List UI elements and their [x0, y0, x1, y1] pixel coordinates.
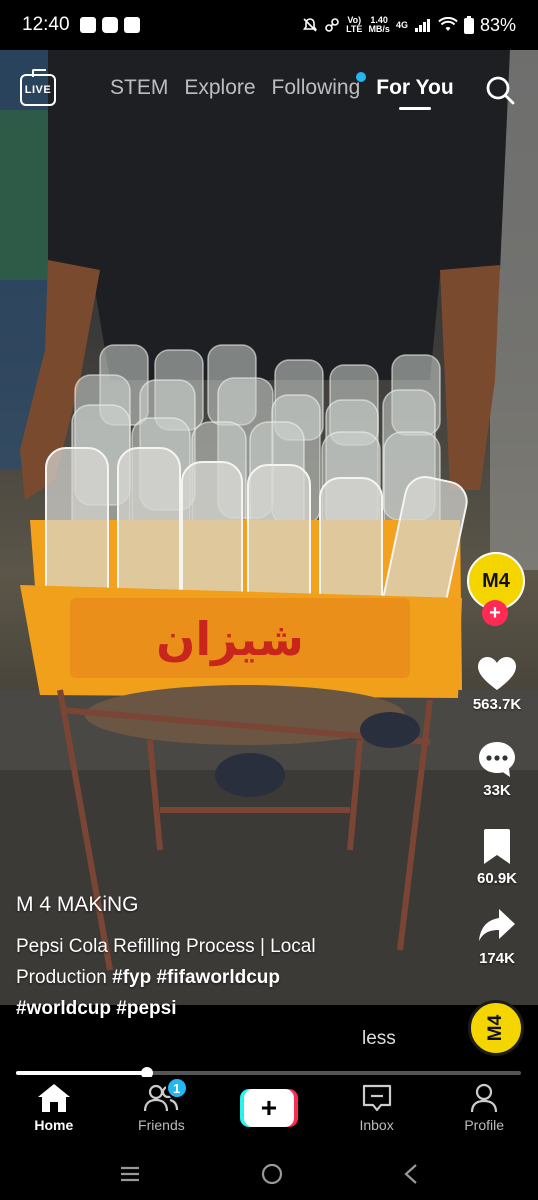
youtube-notification-icon [101, 17, 118, 33]
tab-for-you[interactable]: For You [376, 76, 453, 100]
cell-signal-icon [414, 19, 430, 32]
nav-home[interactable]: Home [0, 1077, 108, 1147]
network-type: 4G [395, 19, 408, 30]
share-button[interactable]: 174K [462, 906, 532, 967]
like-button[interactable]: 563.7K [462, 656, 532, 713]
live-button[interactable]: LIVE [20, 74, 56, 106]
nav-friends-label: Friends [138, 1117, 185, 1133]
message-notification-icon [79, 17, 96, 33]
video-player[interactable]: شیزان [0, 50, 538, 1005]
status-time: 12:40 [22, 14, 70, 35]
link-icon [325, 18, 339, 32]
save-count: 60.9K [476, 870, 518, 887]
comment-count: 33K [483, 782, 511, 799]
like-count: 563.7K [472, 696, 522, 713]
feed-tabs: STEM Explore Following For You [110, 72, 454, 100]
follow-button[interactable]: + [482, 600, 508, 626]
status-notification-icons [79, 17, 140, 33]
home-icon [37, 1084, 70, 1112]
progress-fill [16, 1071, 148, 1075]
comment-icon [479, 742, 515, 777]
crate-text: شیزان [156, 612, 304, 666]
create-button[interactable]: + [239, 1089, 298, 1127]
recents-icon[interactable] [119, 1165, 141, 1183]
top-nav: LIVE STEM Explore Following For You [0, 50, 538, 130]
plus-icon: + [243, 1089, 294, 1127]
hashtags-line-1[interactable]: #fyp #fifaworldcup [112, 967, 280, 988]
battery-percent: 83% [479, 14, 516, 35]
less-toggle[interactable]: less [362, 1028, 396, 1050]
nav-create[interactable]: + [215, 1077, 323, 1147]
creator-username[interactable]: M 4 MAKiNG [16, 893, 376, 917]
bottom-nav: Home 1 Friends + Inbox Profile [0, 1077, 538, 1147]
volte-indicator: Vo) LTE [346, 15, 363, 34]
wifi-icon [438, 17, 458, 31]
home-circle-icon[interactable] [260, 1162, 284, 1186]
nav-friends[interactable]: 1 Friends [108, 1077, 216, 1147]
nav-inbox[interactable]: Inbox [323, 1077, 431, 1147]
inbox-icon [362, 1084, 391, 1112]
share-count: 174K [479, 950, 515, 967]
nav-inbox-label: Inbox [359, 1117, 394, 1133]
system-nav-bar [0, 1147, 538, 1200]
music-disc[interactable]: M4 [468, 1000, 524, 1056]
friends-badge: 1 [165, 1077, 188, 1099]
search-icon[interactable] [484, 74, 516, 106]
app-notification-icon [123, 17, 140, 33]
video-description: Pepsi Cola Refilling Process | Local Pro… [16, 931, 376, 1024]
share-arrow-icon [479, 909, 515, 941]
video-frame: شیزان [0, 50, 538, 1005]
bookmark-icon [484, 829, 510, 864]
hashtags-line-2[interactable]: #worldcup #pepsi [16, 998, 176, 1019]
heart-icon [478, 657, 516, 690]
tab-explore[interactable]: Explore [184, 76, 255, 100]
tab-following[interactable]: Following [272, 72, 367, 100]
tab-stem[interactable]: STEM [110, 76, 168, 100]
profile-icon [471, 1083, 498, 1113]
new-content-dot [356, 72, 367, 82]
network-speed: 1.40 MB/s [368, 15, 390, 34]
nav-profile-label: Profile [464, 1117, 505, 1133]
battery-icon [463, 16, 474, 34]
comment-button[interactable]: 33K [462, 740, 532, 799]
nav-home-label: Home [34, 1117, 74, 1133]
save-button[interactable]: 60.9K [462, 828, 532, 887]
nav-profile[interactable]: Profile [430, 1077, 538, 1147]
status-right-icons: Vo) LTE 1.40 MB/s 4G 83% [302, 15, 516, 36]
video-progress-bar[interactable] [16, 1067, 521, 1079]
back-icon[interactable] [403, 1163, 419, 1185]
mute-icon [302, 18, 318, 32]
video-caption: M 4 MAKiNG Pepsi Cola Refilling Process … [16, 893, 376, 1024]
status-bar: 12:40 Vo) LTE 1.40 MB/s 4G 83% [0, 0, 538, 50]
